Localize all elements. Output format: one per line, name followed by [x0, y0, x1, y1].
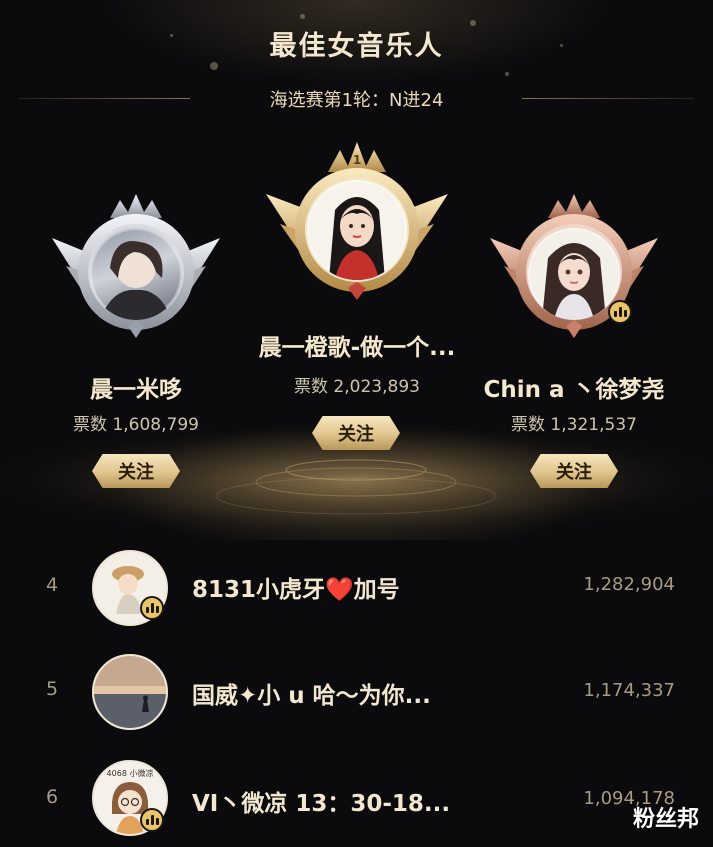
podium-name-2[interactable]: 晨一米哆: [38, 370, 234, 404]
avatar-caption: 4068 小微凉: [107, 768, 154, 778]
avatar[interactable]: [528, 228, 620, 320]
medal-rank-2[interactable]: [46, 188, 226, 348]
avatar[interactable]: [307, 180, 407, 280]
list-item-name[interactable]: VI丶微凉 13：30-18...: [192, 784, 450, 818]
avatar[interactable]: [92, 654, 168, 730]
podium-votes-2: 票数 1,608,799: [73, 415, 199, 435]
anime-girl-dark-hair-icon: [542, 243, 606, 320]
svg-text:1: 1: [353, 153, 361, 167]
avatar[interactable]: [90, 228, 182, 320]
woman-portrait-icon: [100, 241, 172, 320]
sunset-sea-icon: [94, 656, 166, 728]
divider-right: [522, 98, 694, 99]
rank-number: 5: [45, 678, 59, 700]
rank-number: 4: [45, 574, 59, 596]
list-item-name[interactable]: 8131小虎牙❤️加号: [192, 570, 400, 604]
podium-name-3[interactable]: Chin a 丶徐梦尧: [466, 370, 682, 404]
medal-rank-3[interactable]: [484, 188, 664, 348]
medal-rank-1[interactable]: 1: [262, 140, 452, 310]
list-item[interactable]: 4 8131小虎牙❤️加号 1,282,904: [0, 540, 713, 636]
follow-button-3[interactable]: 关注: [530, 454, 618, 488]
list-item[interactable]: 5 国威✦小 u 哈～为你... 1,174,337: [0, 642, 713, 738]
rank-number: 6: [45, 786, 59, 808]
round-subtitle: 海选赛第1轮：N进24: [269, 90, 444, 111]
sparkle-dot: [505, 72, 509, 76]
sparkle-dot: [210, 62, 218, 70]
list-item-name[interactable]: 国威✦小 u 哈～为你...: [192, 676, 431, 710]
audio-live-icon: [608, 300, 632, 324]
page-title: 最佳女音乐人: [269, 31, 444, 62]
watermark-logo: 粉丝邦: [632, 807, 699, 832]
anime-girl-red-dress-icon: [329, 197, 385, 280]
follow-button-2[interactable]: 关注: [92, 454, 180, 488]
podium-name-1[interactable]: 晨一橙歌-做一个...: [220, 328, 494, 362]
audio-live-icon: [140, 596, 164, 620]
sparkle-dot: [300, 14, 305, 19]
audio-live-icon: [140, 808, 164, 832]
follow-button-1[interactable]: 关注: [312, 416, 400, 450]
podium-votes-3: 票数 1,321,537: [511, 415, 637, 435]
list-item[interactable]: 6 4068 小微凉 VI丶微凉 13：30-18... 1,094,178: [0, 746, 713, 842]
list-item-votes: 1,282,904: [583, 574, 675, 595]
list-item-votes: 1,174,337: [583, 680, 675, 701]
podium-votes-1: 票数 2,023,893: [294, 377, 420, 397]
